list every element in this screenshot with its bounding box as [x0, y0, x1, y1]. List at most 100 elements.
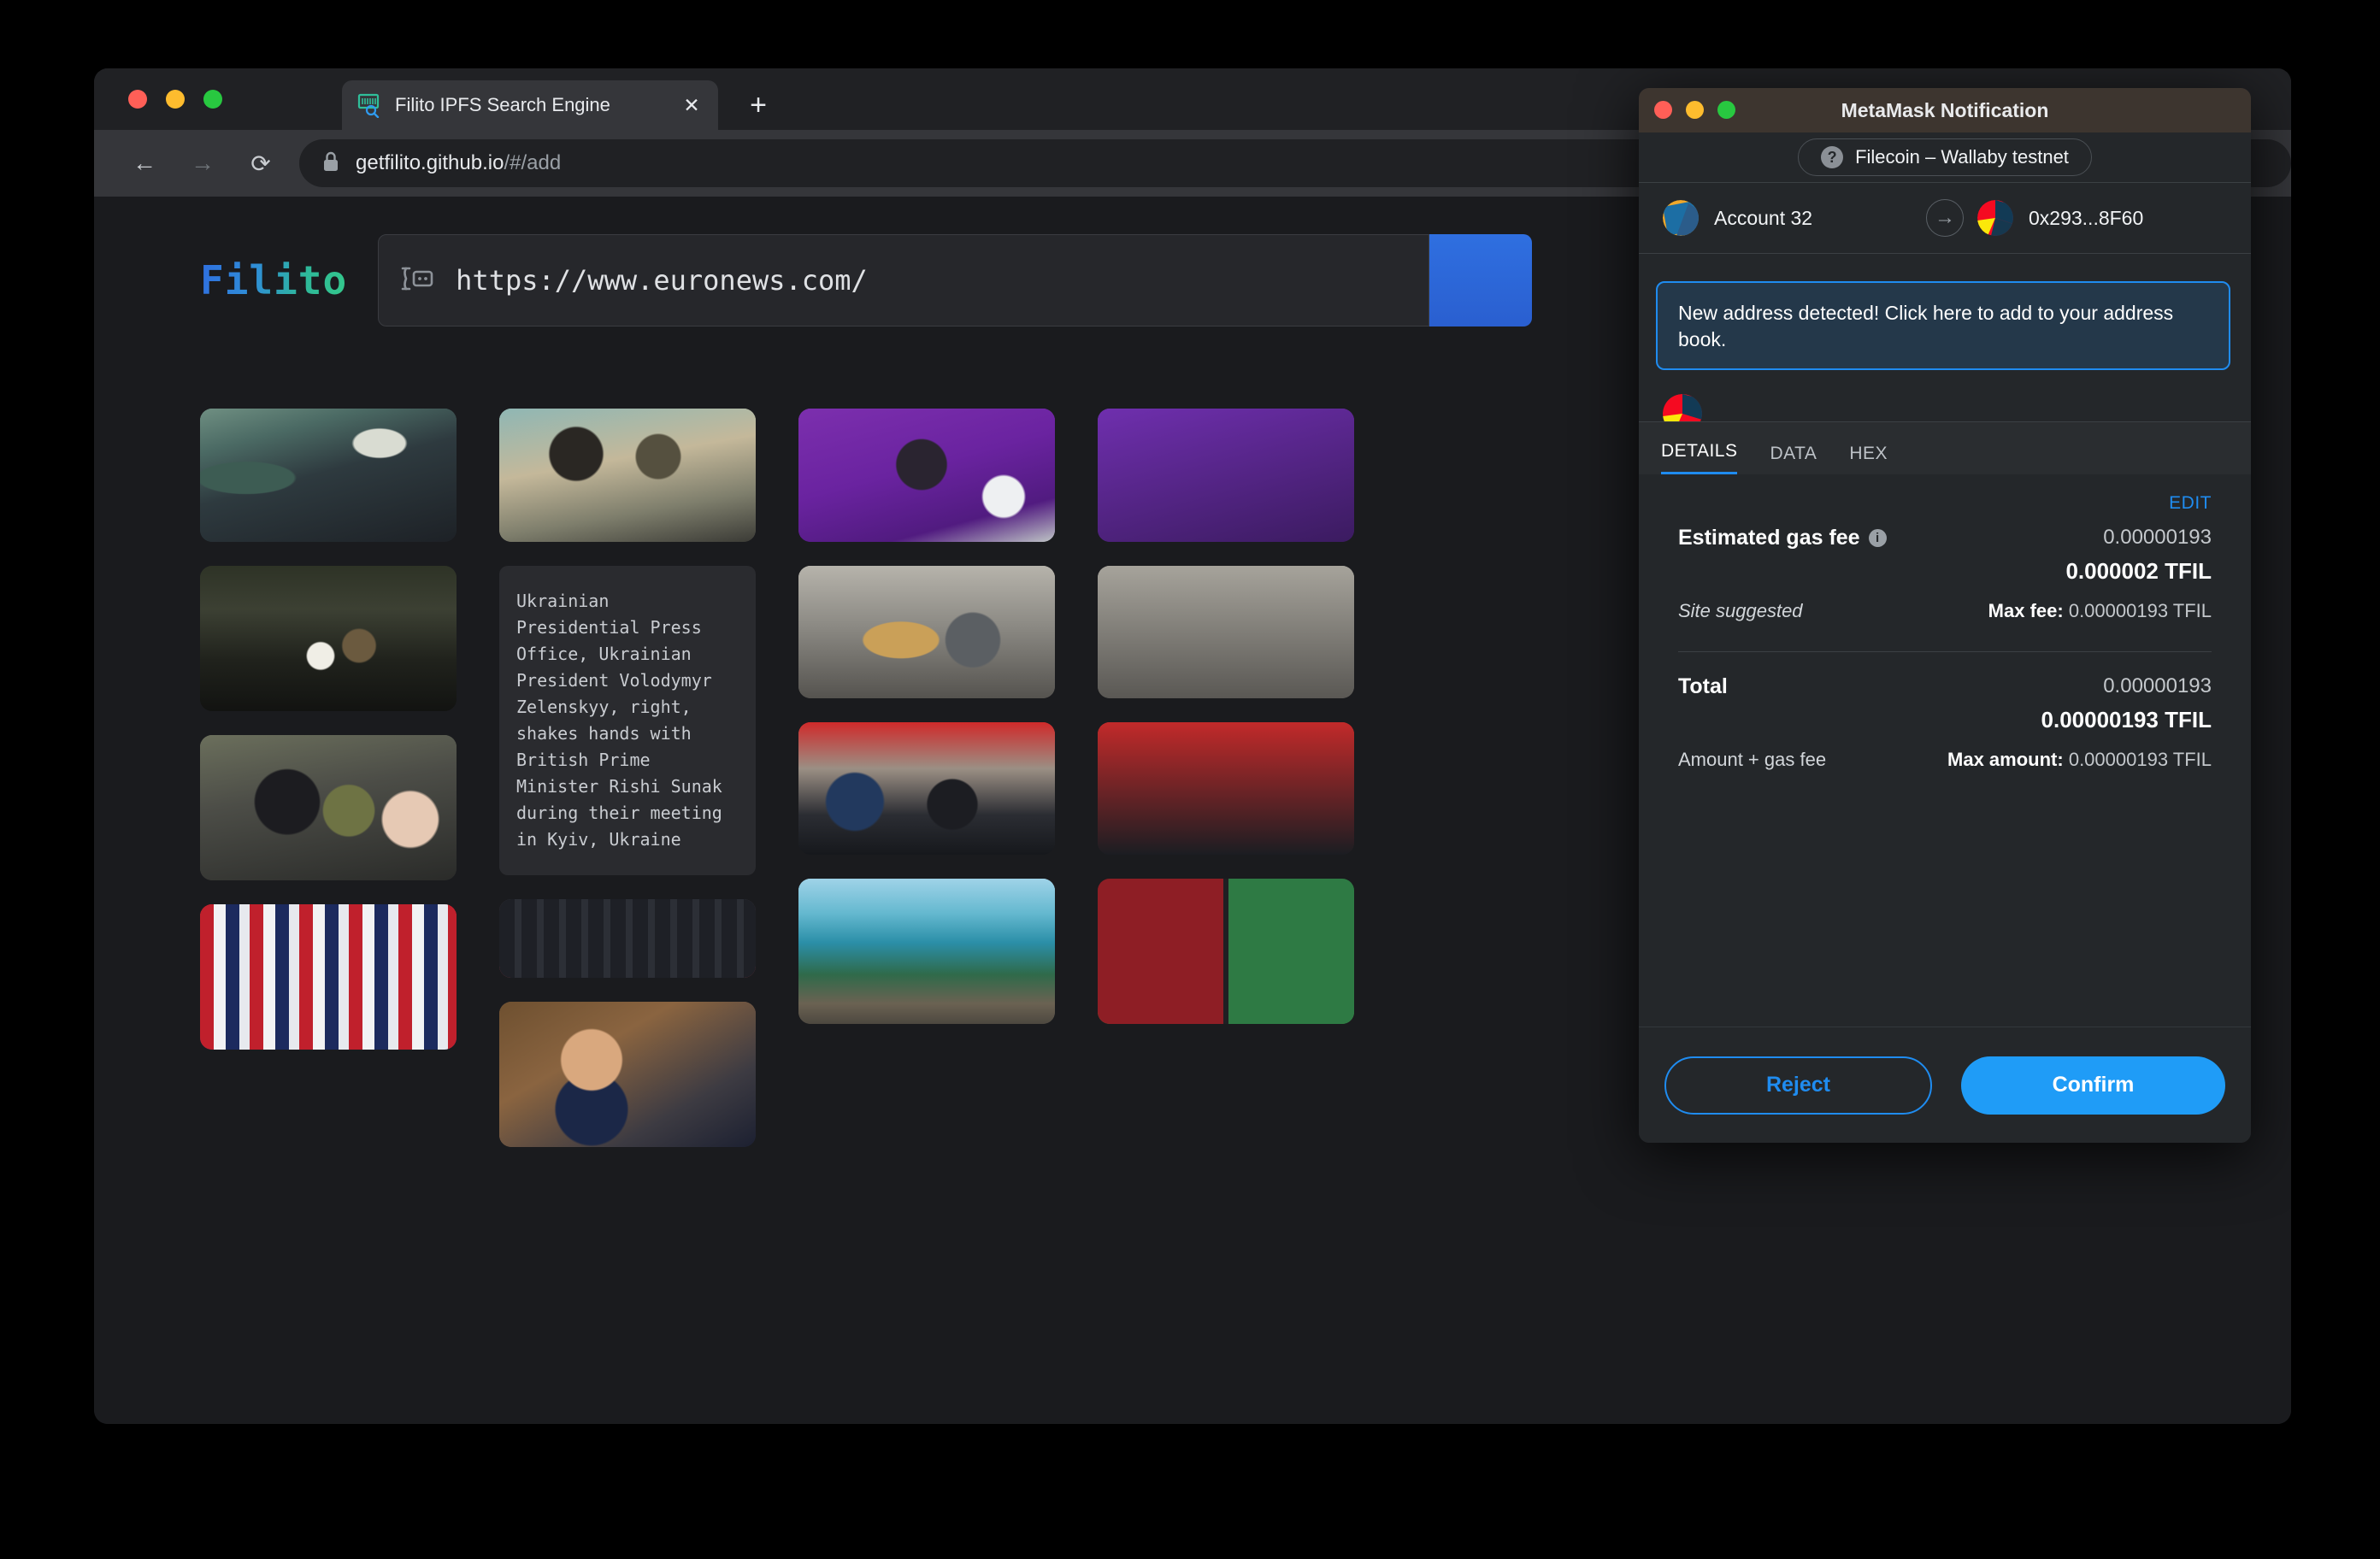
gas-fee-main-value: 0.000002 TFIL [2065, 558, 2212, 584]
avatar-to [1977, 200, 2013, 236]
caption-text: Ukrainian Presidential Press Office, Ukr… [516, 591, 722, 850]
metamask-traffic-lights[interactable] [1654, 101, 1735, 119]
url-path: /#/add [504, 151, 562, 174]
accounts-row: Account 32 → 0x293...8F60 [1639, 182, 2251, 254]
search-submit-button[interactable] [1429, 234, 1533, 327]
tab-hex[interactable]: HEX [1849, 444, 1888, 474]
total-alt-value: 0.00000193 [2103, 674, 2212, 697]
network-name: Filecoin – Wallaby testnet [1855, 146, 2069, 168]
forward-button[interactable]: → [183, 144, 222, 183]
result-card-baker-bread-oven[interactable] [798, 566, 1055, 698]
filito-logo[interactable]: Filito [200, 257, 347, 303]
result-card-hidden-lower[interactable] [1098, 722, 1354, 855]
edit-gas-button[interactable]: EDIT [1678, 493, 2212, 514]
network-selector[interactable]: ? Filecoin – Wallaby testnet [1798, 138, 2092, 176]
reload-button[interactable]: ⟳ [241, 144, 280, 183]
result-image [200, 409, 457, 542]
info-icon[interactable]: i [1868, 529, 1887, 547]
result-image [1098, 879, 1354, 1024]
reject-button[interactable]: Reject [1664, 1056, 1932, 1115]
ipfs-cube-icon [401, 264, 433, 297]
total-max-amount: Max amount: 0.00000193 TFIL [1947, 749, 2212, 771]
gas-fee-label: Estimated gas fee i [1678, 526, 1887, 550]
results-column: Ukrainian Presidential Press Office, Ukr… [499, 409, 756, 1147]
result-card-sunak-zelenskyy-handshake[interactable] [499, 409, 756, 542]
result-card-istanbul-memorial-crowd[interactable] [798, 722, 1055, 855]
gas-fee-block: Estimated gas fee i 0.00000193 0.000002 … [1678, 526, 2212, 638]
total-values: 0.00000193 0.00000193 TFIL [2041, 674, 2212, 733]
metamask-tabs: DETAILS DATA HEX [1639, 421, 2251, 474]
tab-data[interactable]: DATA [1770, 444, 1817, 474]
gas-max-fee: Max fee: 0.00000193 TFIL [1988, 600, 2212, 622]
details-divider [1678, 651, 2212, 652]
window-maximize-button[interactable] [203, 90, 222, 109]
gas-max-fee-value: 0.00000193 TFIL [2068, 600, 2212, 621]
result-image [1098, 722, 1354, 855]
new-address-banner[interactable]: New address detected! Click here to add … [1656, 281, 2230, 370]
result-card-hidden-mid[interactable] [1098, 566, 1354, 698]
total-main-value: 0.00000193 TFIL [2041, 707, 2212, 732]
result-card-donald-trump-portrait[interactable] [499, 1002, 756, 1147]
gas-fee-alt-value: 0.00000193 [2103, 526, 2212, 549]
barcode-search-icon [357, 92, 383, 119]
result-image [1098, 409, 1354, 542]
to-account-label: 0x293...8F60 [2029, 206, 2144, 229]
lock-icon [321, 150, 340, 177]
metamask-minimize-button[interactable] [1686, 101, 1704, 119]
gas-max-fee-label: Max fee: [1988, 600, 2064, 621]
results-column [200, 409, 457, 1147]
total-block: Total 0.00000193 0.00000193 TFIL Amount … [1678, 674, 2212, 786]
result-card-red-carpet-lineup[interactable] [499, 899, 756, 978]
result-image [499, 1002, 756, 1147]
result-card-kim-jong-un-daughter-missile[interactable] [200, 566, 457, 711]
transfer-arrow-icon: → [1926, 199, 1964, 237]
result-image [200, 735, 457, 880]
gas-fee-source: Site suggested [1678, 600, 1803, 621]
result-image [1098, 566, 1354, 698]
result-card-soldier-kiss-reunion[interactable] [200, 735, 457, 880]
result-card-football-highlights-collage[interactable] [1098, 879, 1354, 1024]
result-image [798, 566, 1055, 698]
avatar-recipient [1663, 394, 1702, 421]
result-card-military-funeral-coffin[interactable] [200, 409, 457, 542]
result-card-hidden-upper[interactable] [1098, 409, 1354, 542]
from-account[interactable]: Account 32 [1663, 200, 1912, 236]
from-account-label: Account 32 [1714, 206, 1813, 229]
browser-tab[interactable]: Filito IPFS Search Engine ✕ [342, 80, 718, 130]
search-input-value: https://www.euronews.com/ [456, 264, 868, 297]
result-image [798, 879, 1055, 1024]
result-image [200, 904, 457, 1050]
result-card-fifa-infantino-press-conference[interactable] [798, 409, 1055, 542]
result-image [499, 409, 756, 542]
metamask-maximize-button[interactable] [1717, 101, 1735, 119]
address-banner-area: New address detected! Click here to add … [1639, 254, 2251, 421]
window-traffic-lights[interactable] [128, 90, 222, 109]
window-close-button[interactable] [128, 90, 147, 109]
search-input[interactable]: https://www.euronews.com/ [378, 234, 1430, 327]
to-account[interactable]: 0x293...8F60 [1977, 200, 2227, 236]
result-card-budweiser-world-is-yours-collage[interactable] [200, 904, 457, 1050]
window-minimize-button[interactable] [166, 90, 185, 109]
tab-details[interactable]: DETAILS [1661, 441, 1738, 474]
back-button[interactable]: ← [125, 144, 164, 183]
result-card-coastal-sea-rocks[interactable] [798, 879, 1055, 1024]
close-icon[interactable]: ✕ [680, 95, 703, 115]
url-domain: getfilito.github.io [356, 151, 504, 174]
total-max-amount-label: Max amount: [1947, 749, 2064, 770]
result-image [798, 722, 1055, 855]
network-row: ? Filecoin – Wallaby testnet [1639, 132, 2251, 182]
browser-tab-title: Filito IPFS Search Engine [395, 94, 610, 115]
transaction-details: EDIT Estimated gas fee i 0.00000193 0.00… [1639, 474, 2251, 1027]
result-card-caption[interactable]: Ukrainian Presidential Press Office, Ukr… [499, 566, 756, 875]
result-image [200, 566, 457, 711]
confirm-button[interactable]: Confirm [1961, 1056, 2225, 1115]
results-column [798, 409, 1055, 1147]
gas-fee-label-text: Estimated gas fee [1678, 526, 1860, 550]
total-max-amount-value: 0.00000193 TFIL [2068, 749, 2212, 770]
metamask-notification-window: MetaMask Notification ? Filecoin – Walla… [1639, 88, 2251, 1143]
address-bar-url: getfilito.github.io/#/add [356, 151, 561, 175]
gas-fee-values: 0.00000193 0.000002 TFIL [2065, 526, 2212, 585]
new-tab-button[interactable]: + [744, 91, 773, 120]
result-image [798, 409, 1055, 542]
metamask-close-button[interactable] [1654, 101, 1672, 119]
